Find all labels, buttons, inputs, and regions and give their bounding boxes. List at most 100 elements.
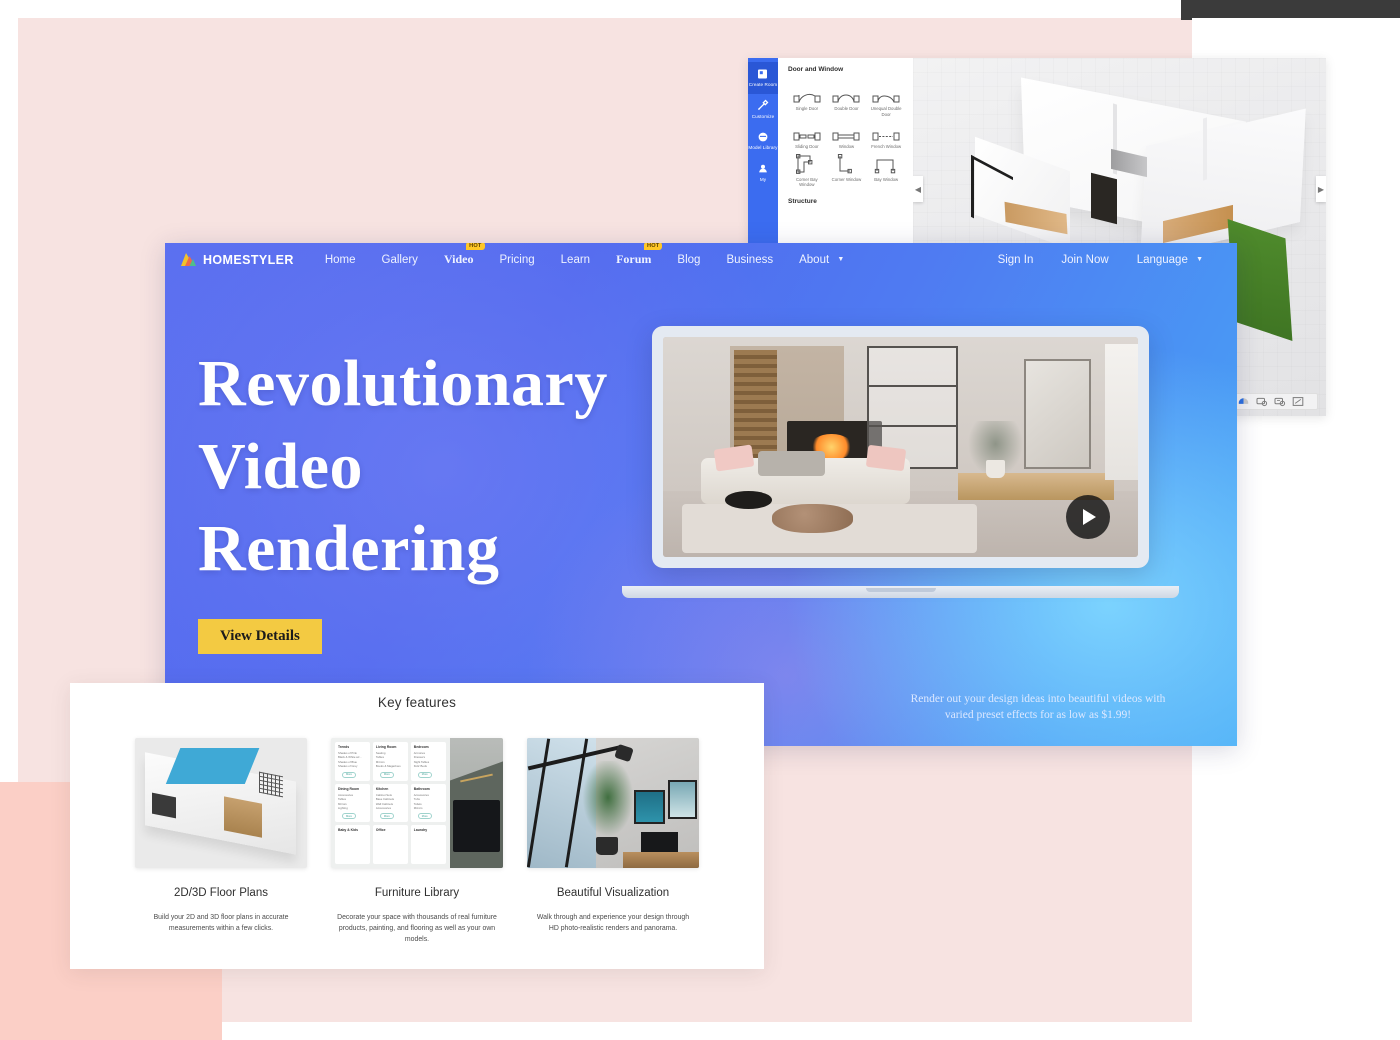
item-unequal-double-door[interactable]: Unequal Double Door bbox=[867, 82, 905, 117]
caption-bay-window: Bay Window bbox=[874, 176, 899, 182]
furniture-category-grid: Trends Shades of Pink Black & White arr.… bbox=[331, 738, 450, 868]
rail-label-my: My bbox=[759, 177, 767, 183]
caption-corner-bay-window: Corner Bay Window bbox=[795, 176, 818, 188]
item-corner-window[interactable]: Corner Window bbox=[828, 153, 866, 188]
bay-window-icon bbox=[867, 153, 905, 175]
compass-icon[interactable] bbox=[1237, 395, 1250, 408]
hero-copy: Revolutionary Video Rendering View Detai… bbox=[198, 343, 608, 654]
fullscreen-icon[interactable] bbox=[1291, 395, 1304, 408]
homestyler-logo-icon bbox=[180, 252, 197, 267]
corner-bay-window-icon bbox=[788, 153, 826, 175]
panel-section-structure: Structure bbox=[788, 197, 817, 205]
viewport-collapse-right-handle[interactable]: ▶ bbox=[1316, 176, 1326, 202]
hero-heading-line2: Video bbox=[198, 429, 364, 503]
feature-title-furniture-library: Furniture Library bbox=[374, 887, 460, 899]
item-bay-window[interactable]: Bay Window bbox=[867, 153, 905, 188]
caption-unequal-double-door: Unequal Double Door bbox=[870, 106, 902, 117]
background-dark-bar bbox=[1181, 0, 1400, 20]
play-button-icon[interactable] bbox=[1065, 495, 1110, 540]
caption-corner-window: Corner Window bbox=[831, 176, 862, 182]
brand-logo[interactable]: HOMESTYLER bbox=[180, 252, 294, 267]
hot-badge-forum: HOT bbox=[643, 243, 663, 250]
caption-window: Window bbox=[838, 144, 855, 150]
page-root: ◀ ▶ Create Room Customize Model Library … bbox=[0, 0, 1400, 1040]
item-sliding-door[interactable]: Sliding Door bbox=[788, 120, 826, 150]
join-now-link[interactable]: Join Now bbox=[1047, 254, 1122, 266]
furniture-library-thumbnail: Trends Shades of Pink Black & White arr.… bbox=[331, 738, 503, 868]
nav-item-blog[interactable]: Blog bbox=[664, 254, 713, 266]
model-library-icon bbox=[757, 130, 770, 143]
camera-view-icon[interactable] bbox=[1255, 395, 1268, 408]
video-player[interactable] bbox=[663, 337, 1138, 557]
feature-desc-furniture-library: Decorate your space with thousands of re… bbox=[337, 914, 497, 944]
brand-name: HOMESTYLER bbox=[203, 252, 294, 267]
view-details-button[interactable]: View Details bbox=[198, 618, 322, 654]
panel-title: Door and Window bbox=[788, 66, 844, 73]
primary-nav: Home Gallery Video HOT Pricing Learn For… bbox=[312, 243, 858, 267]
rail-item-create-room[interactable]: Create Room bbox=[748, 62, 778, 94]
rail-label-create-room: Create Room bbox=[748, 82, 778, 87]
rail-item-my[interactable]: My bbox=[748, 157, 778, 189]
feature-card-floor-plans[interactable]: 2D/3D Floor Plans Build your 2D and 3D f… bbox=[135, 738, 307, 945]
nav-item-video[interactable]: Video HOT bbox=[431, 243, 487, 267]
category-laundry: Laundry bbox=[410, 825, 446, 864]
feature-card-furniture-library[interactable]: Trends Shades of Pink Black & White arr.… bbox=[331, 738, 503, 945]
item-corner-bay-window[interactable]: Corner Bay Window bbox=[788, 153, 826, 188]
nav-item-about[interactable]: About ▼ bbox=[786, 254, 857, 266]
nav-item-business[interactable]: Business bbox=[713, 254, 786, 266]
category-dining-room: Dining Room Accessories Tables Mirrors L… bbox=[335, 783, 370, 823]
rail-label-customize: Customize bbox=[751, 113, 775, 119]
hot-badge-video: HOT bbox=[466, 243, 485, 250]
furniture-preview-pane bbox=[449, 738, 503, 868]
rail-item-customize[interactable]: Customize bbox=[748, 94, 778, 126]
homestyler-website-window: HOMESTYLER Home Gallery Video HOT Pricin… bbox=[165, 243, 1237, 746]
unequal-double-door-icon bbox=[867, 82, 905, 104]
hero-heading-line1: Revolutionary bbox=[198, 347, 608, 420]
nav-item-pricing[interactable]: Pricing bbox=[487, 254, 548, 266]
caption-sliding-door: Sliding Door bbox=[795, 144, 819, 150]
item-double-door[interactable]: Double Door bbox=[828, 82, 866, 117]
category-bedroom: Bedroom Armoires Dressers Night Tables K… bbox=[410, 742, 446, 781]
sliding-door-icon bbox=[788, 120, 826, 142]
double-door-icon bbox=[828, 82, 866, 104]
camera-render-icon[interactable] bbox=[1273, 395, 1286, 408]
floorplan-door bbox=[1091, 172, 1117, 225]
my-account-icon bbox=[757, 162, 770, 175]
nav-item-home[interactable]: Home bbox=[312, 254, 369, 266]
laptop-lid bbox=[652, 326, 1149, 568]
nav-item-learn[interactable]: Learn bbox=[548, 254, 603, 266]
feature-card-visualization[interactable]: Beautiful Visualization Walk through and… bbox=[527, 738, 699, 945]
caption-french-window: French Window bbox=[871, 144, 902, 150]
chevron-down-icon: ▼ bbox=[1196, 255, 1203, 263]
item-window[interactable]: Window bbox=[828, 120, 866, 150]
laptop-notch bbox=[865, 588, 936, 592]
sign-in-link[interactable]: Sign In bbox=[984, 254, 1048, 266]
item-french-window[interactable]: French Window bbox=[867, 120, 905, 150]
viewport-collapse-left-handle[interactable]: ◀ bbox=[913, 176, 923, 202]
category-baby-kids: Baby & Kids bbox=[335, 825, 370, 864]
feature-card-list: 2D/3D Floor Plans Build your 2D and 3D f… bbox=[70, 710, 764, 945]
laptop-base bbox=[622, 586, 1179, 598]
nav-item-gallery[interactable]: Gallery bbox=[369, 254, 431, 266]
rail-label-model-library: Model Library bbox=[748, 145, 778, 151]
floor-plan-3d-thumbnail bbox=[135, 738, 307, 868]
floorplan-lawn bbox=[1227, 219, 1293, 341]
chevron-down-icon: ▼ bbox=[837, 255, 845, 263]
background-white-bottom bbox=[222, 1022, 1400, 1040]
item-single-door[interactable]: Single Door bbox=[788, 82, 826, 117]
key-features-panel: Key features 2D/3D Floor Plans Build you… bbox=[70, 683, 764, 969]
rail-item-model-library[interactable]: Model Library bbox=[748, 125, 778, 157]
category-living-room: Living Room Seating Tables Mirrors Books… bbox=[372, 742, 408, 781]
category-bathroom: Bathroom Accessories Tubs Toilets Mirror… bbox=[410, 783, 446, 823]
hero-heading-line3: Rendering bbox=[198, 512, 500, 585]
customize-icon bbox=[757, 99, 770, 112]
feature-title-floor-plans: 2D/3D Floor Plans bbox=[174, 887, 268, 899]
language-selector[interactable]: Language ▼ bbox=[1123, 254, 1217, 266]
nav-item-forum[interactable]: Forum HOT bbox=[603, 243, 664, 267]
caption-double-door: Double Door bbox=[834, 106, 859, 111]
floorplan-divider-2 bbox=[1203, 117, 1207, 181]
secondary-nav: Sign In Join Now Language ▼ bbox=[984, 254, 1217, 266]
editor-view-toolbar bbox=[1232, 393, 1318, 410]
laptop-mockup bbox=[622, 326, 1179, 598]
single-door-icon bbox=[788, 82, 826, 104]
